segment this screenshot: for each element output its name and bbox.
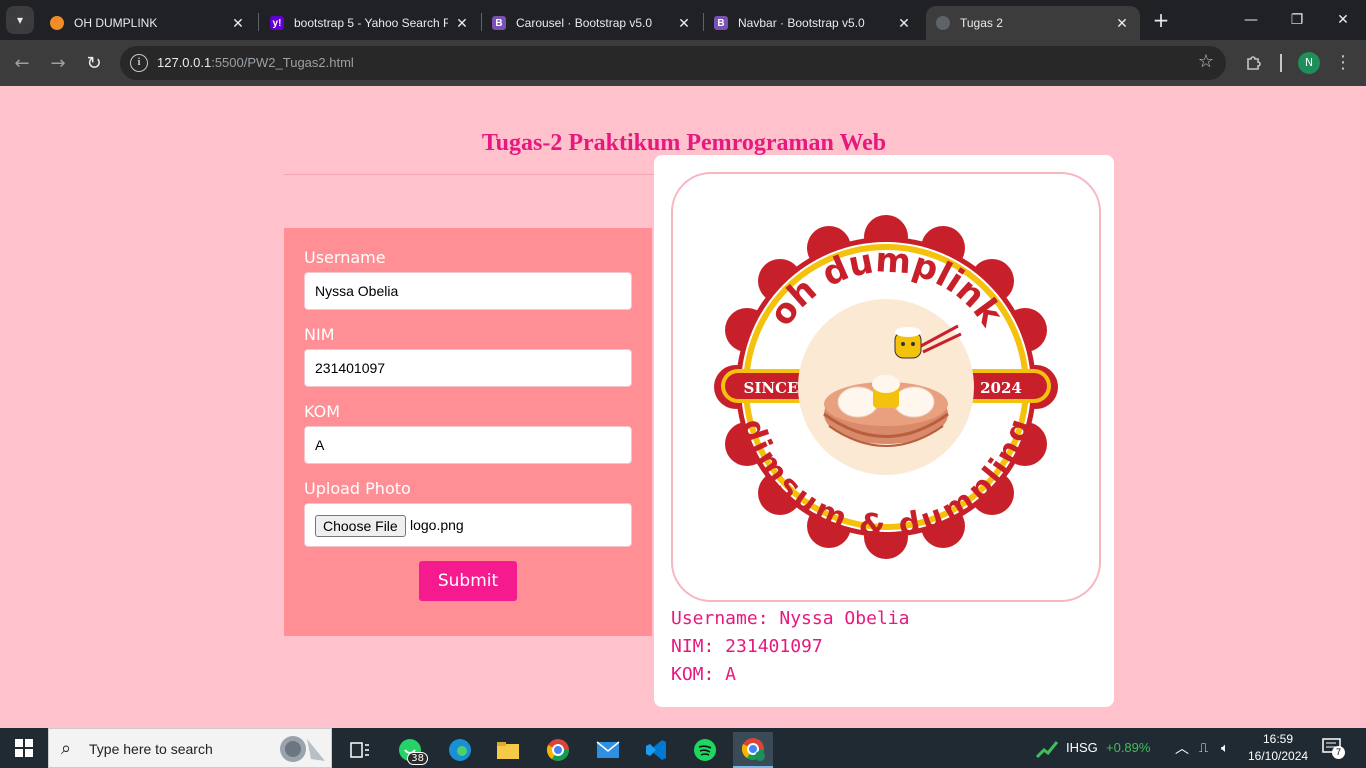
username-label: Username [304, 248, 386, 267]
page-title: Tugas-2 Praktikum Pemrograman Web [481, 130, 887, 156]
kom-label: KOM [304, 402, 341, 421]
forward-arrow-icon[interactable]: → [44, 49, 72, 77]
nim-label: NIM [304, 325, 335, 344]
tab-title: OH DUMPLINK [74, 16, 158, 30]
tab-divider [258, 13, 259, 31]
tab-oh-dumplink[interactable]: OH DUMPLINK ✕ [40, 6, 256, 40]
username-input[interactable]: Nyssa Obelia [304, 272, 632, 310]
close-icon[interactable]: ✕ [676, 15, 692, 32]
close-icon[interactable]: ✕ [1114, 15, 1130, 32]
file-input[interactable]: Choose File logo.png [304, 503, 632, 547]
tab-title: Tugas 2 [960, 16, 1003, 30]
whatsapp-icon[interactable]: 38 [390, 732, 430, 768]
site-info-icon[interactable]: i [130, 54, 148, 72]
close-icon[interactable]: ✕ [896, 15, 912, 32]
close-icon[interactable]: ✕ [230, 15, 246, 32]
minimize-icon[interactable]: — [1228, 0, 1274, 40]
window-close-icon[interactable]: ✕ [1320, 0, 1366, 40]
nim-input[interactable]: 231401097 [304, 349, 632, 387]
back-arrow-icon[interactable]: ← [8, 49, 36, 77]
notification-center-icon[interactable]: 7 [1322, 738, 1346, 760]
clock-time: 16:59 [1262, 732, 1294, 746]
address-bar[interactable]: i 127.0.0.1:5500/PW2_Tugas2.html ☆ [120, 46, 1226, 80]
kom-input[interactable]: A [304, 426, 632, 464]
file-explorer-icon[interactable] [488, 732, 528, 768]
mail-icon[interactable] [588, 732, 628, 768]
volume-icon[interactable]: 🔈︎ [1221, 740, 1229, 756]
tab-title: Navbar · Bootstrap v5.0 [738, 16, 865, 30]
result-kom: KOM: A [671, 664, 737, 685]
show-hidden-icons-chevron-icon[interactable]: ︿ [1175, 738, 1189, 758]
system-clock[interactable]: 16:59 16/10/2024 [1248, 731, 1308, 765]
page-content: Tugas-2 Praktikum Pemrograman Web Userna… [0, 86, 1366, 728]
yahoo-favicon-icon: y! [270, 16, 284, 30]
selected-file-name: logo.png [410, 517, 464, 533]
extensions-puzzle-icon[interactable] [1244, 53, 1264, 73]
edge-icon[interactable] [440, 732, 480, 768]
windows-taskbar: ⌕ Type here to search 38 IHSG +0.89% ︿ ⎍… [0, 728, 1366, 768]
choose-file-button[interactable]: Choose File [315, 515, 406, 537]
logo-year: 2024 [980, 379, 1022, 397]
result-nim: NIM: 231401097 [671, 636, 823, 657]
logo-since-label: SINCE [744, 379, 799, 397]
result-username: Username: Nyssa Obelia [671, 608, 910, 629]
vscode-icon[interactable] [636, 732, 676, 768]
browser-tab-strip: ▾ OH DUMPLINK ✕ y! bootstrap 5 - Yahoo S… [0, 0, 1366, 40]
tab-yahoo-search[interactable]: y! bootstrap 5 - Yahoo Search R ✕ [260, 6, 480, 40]
tab-navbar-bootstrap[interactable]: B Navbar · Bootstrap v5.0 ✕ [704, 6, 922, 40]
stock-chart-icon[interactable] [1036, 738, 1058, 758]
task-view-icon[interactable] [340, 732, 380, 768]
tab-title: Carousel · Bootstrap v5.0 [516, 16, 653, 30]
tab-title: bootstrap 5 - Yahoo Search R [294, 16, 448, 30]
bootstrap-favicon-icon: B [492, 16, 506, 30]
uploaded-photo: oh dumplink dimsum & dumpling SINCE 2024 [671, 172, 1101, 602]
oh-dumplink-logo: oh dumplink dimsum & dumpling SINCE 2024 [714, 215, 1058, 559]
network-icon[interactable]: ⎍ [1199, 740, 1208, 756]
reload-icon[interactable]: ↻ [80, 49, 108, 77]
url-text[interactable]: 127.0.0.1:5500/PW2_Tugas2.html [157, 55, 354, 70]
bootstrap-favicon-icon: B [714, 16, 728, 30]
bookmark-star-icon[interactable]: ☆ [1198, 51, 1214, 72]
tab-carousel-bootstrap[interactable]: B Carousel · Bootstrap v5.0 ✕ [482, 6, 702, 40]
whatsapp-badge: 38 [407, 752, 428, 765]
windows-start-icon[interactable] [0, 728, 48, 768]
student-form: Username Nyssa Obelia NIM 231401097 KOM … [284, 228, 652, 636]
upload-photo-label: Upload Photo [304, 479, 411, 498]
tab-search-icon[interactable]: ▾ [6, 6, 34, 34]
close-icon[interactable]: ✕ [454, 15, 470, 32]
menu-kebab-icon[interactable]: ⋮ [1334, 52, 1352, 73]
url-host: 127.0.0.1 [157, 55, 212, 70]
browser-toolbar: ← → ↻ i 127.0.0.1:5500/PW2_Tugas2.html ☆… [0, 40, 1366, 86]
toolbar-divider [1280, 54, 1282, 72]
restore-icon[interactable]: ❐ [1274, 0, 1320, 40]
spotify-icon[interactable] [685, 732, 725, 768]
stock-name: IHSG [1066, 740, 1098, 755]
search-icon: ⌕ [61, 738, 72, 759]
notification-count: 7 [1332, 746, 1345, 759]
tab-tugas-2[interactable]: Tugas 2 ✕ [926, 6, 1140, 40]
taskbar-search-box[interactable]: ⌕ Type here to search [48, 728, 332, 768]
new-tab-icon[interactable]: + [1150, 8, 1172, 32]
submit-button[interactable]: Submit [419, 561, 517, 601]
chrome-icon[interactable] [538, 732, 578, 768]
url-path: :5500/PW2_Tugas2.html [211, 55, 354, 70]
search-placeholder: Type here to search [89, 741, 213, 757]
stock-change: +0.89% [1106, 740, 1151, 755]
clock-date: 16/10/2024 [1248, 749, 1309, 763]
result-card: oh dumplink dimsum & dumpling SINCE 2024 [654, 155, 1114, 707]
chrome-profile-active-icon[interactable] [733, 732, 773, 768]
search-highlight-shell-icon [280, 736, 325, 762]
globe-favicon-icon [936, 16, 950, 30]
dumpling-favicon-icon [50, 16, 64, 30]
profile-avatar[interactable]: N [1298, 52, 1320, 74]
